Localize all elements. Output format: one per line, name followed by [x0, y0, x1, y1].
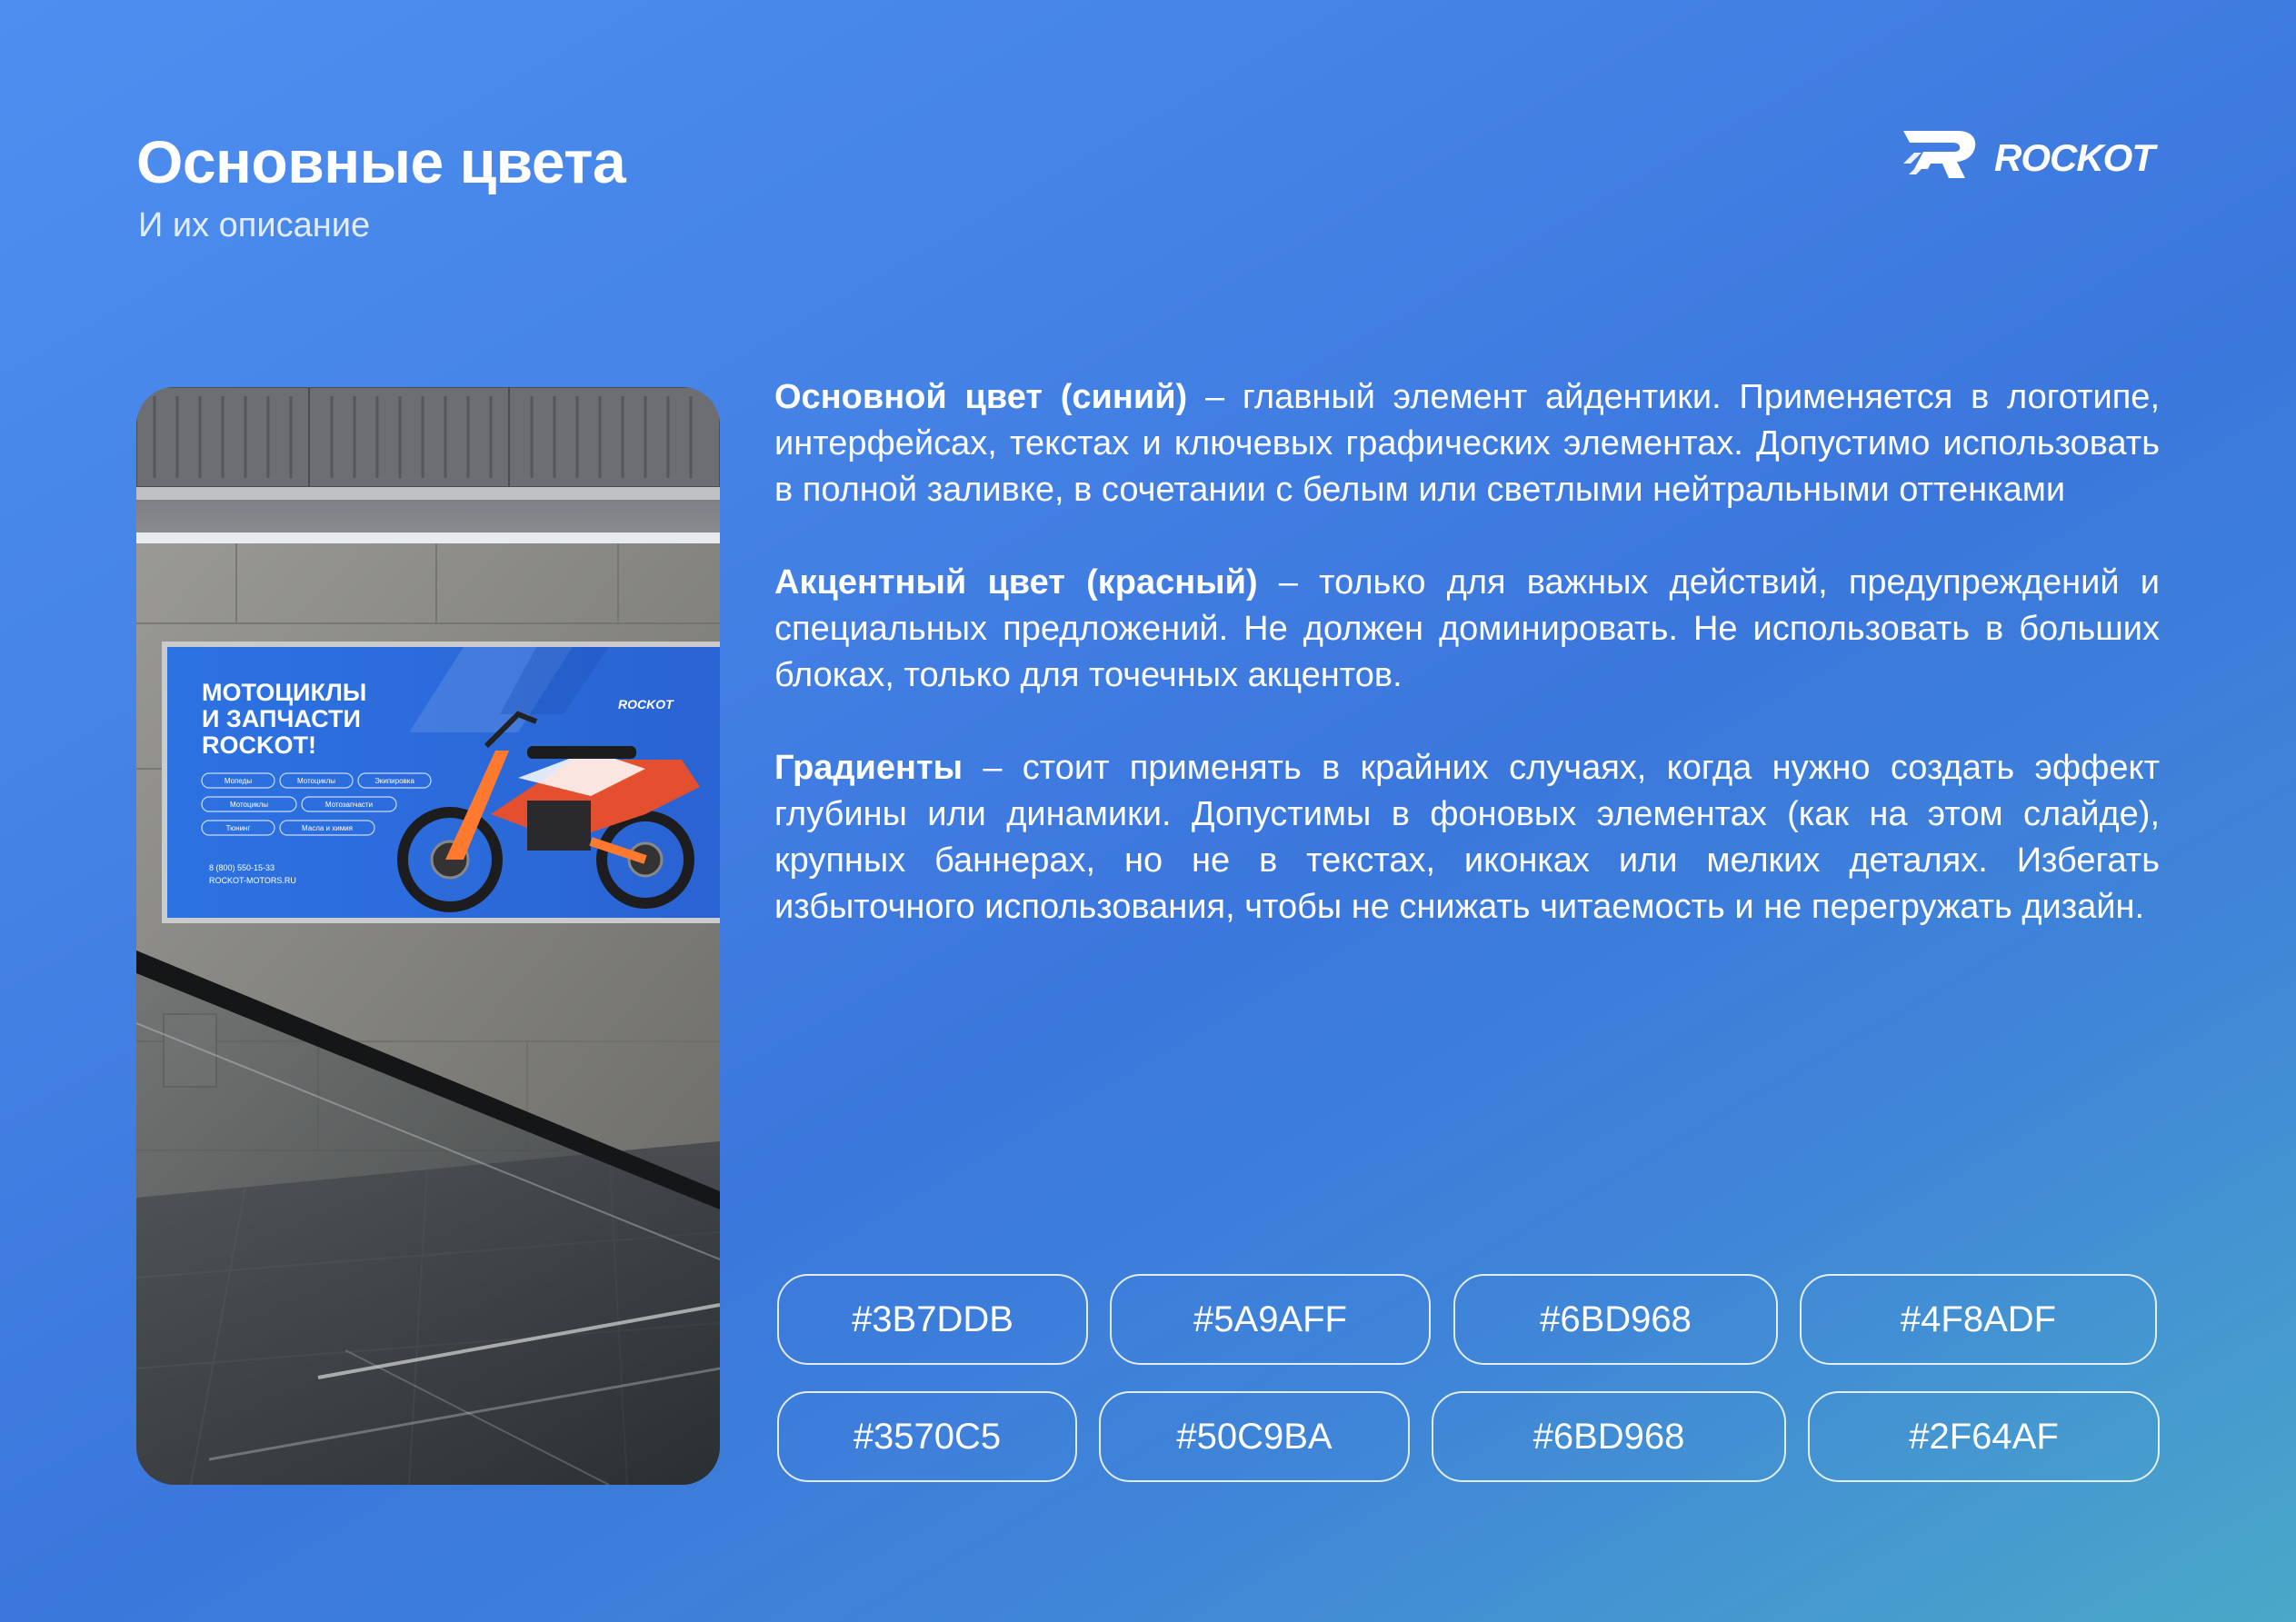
svg-text:МОТОЦИКЛЫ: МОТОЦИКЛЫ	[202, 679, 366, 706]
color-chip: #2F64AF	[1808, 1391, 2160, 1482]
svg-text:Мотоциклы: Мотоциклы	[297, 777, 335, 785]
billboard-photo: МОТОЦИКЛЫ И ЗАПЧАСТИ ROCKOT! ROCKOT Мопе…	[136, 387, 720, 1485]
color-chip: #3570C5	[777, 1391, 1077, 1482]
logo-mark-icon	[1903, 131, 1976, 178]
logo-wordmark: ROCKOT	[1994, 136, 2158, 179]
color-chip: #50C9BA	[1099, 1391, 1410, 1482]
svg-text:Мотозапчасти: Мотозапчасти	[325, 801, 373, 809]
primary-color-term: Основной цвет (синий)	[774, 378, 1188, 416]
svg-text:8 (800) 550-15-33: 8 (800) 550-15-33	[209, 863, 275, 872]
color-chip: #6BD968	[1432, 1391, 1786, 1482]
accent-color-paragraph: Акцентный цвет (красный) – только для ва…	[774, 560, 2160, 699]
color-chip: #4F8ADF	[1800, 1274, 2157, 1365]
svg-text:ROCKOT-MOTORS.RU: ROCKOT-MOTORS.RU	[209, 876, 296, 885]
metro-scene: МОТОЦИКЛЫ И ЗАПЧАСТИ ROCKOT! ROCKOT Мопе…	[136, 387, 720, 1485]
color-chip: #6BD968	[1453, 1274, 1778, 1365]
svg-text:Экипировка: Экипировка	[374, 777, 414, 785]
page-subtitle: И их описание	[138, 206, 371, 244]
color-chip: #3B7DDB	[777, 1274, 1088, 1365]
svg-text:Масла и химия: Масла и химия	[302, 824, 353, 832]
gradients-text: – стоит применять в крайних случаях, ког…	[774, 749, 2160, 926]
svg-text:Мотоциклы: Мотоциклы	[230, 801, 268, 809]
svg-text:И ЗАПЧАСТИ: И ЗАПЧАСТИ	[202, 705, 361, 732]
accent-color-term: Акцентный цвет (красный)	[774, 563, 1258, 602]
gradients-paragraph: Градиенты – стоит применять в крайних сл…	[774, 745, 2160, 930]
gradients-term: Градиенты	[774, 749, 963, 787]
svg-text:Тюнинг: Тюнинг	[226, 824, 251, 832]
page-title: Основные цвета	[136, 128, 626, 195]
svg-text:ROCKOT: ROCKOT	[618, 697, 674, 711]
color-description: Основной цвет (синий) – главный элемент …	[774, 374, 2160, 977]
rockot-logo: ROCKOT ROCKOT	[1903, 131, 2159, 179]
primary-color-paragraph: Основной цвет (синий) – главный элемент …	[774, 374, 2160, 513]
svg-text:Мопеды: Мопеды	[225, 777, 252, 785]
color-chip: #5A9AFF	[1110, 1274, 1431, 1365]
svg-text:ROCKOT!: ROCKOT!	[202, 731, 316, 759]
